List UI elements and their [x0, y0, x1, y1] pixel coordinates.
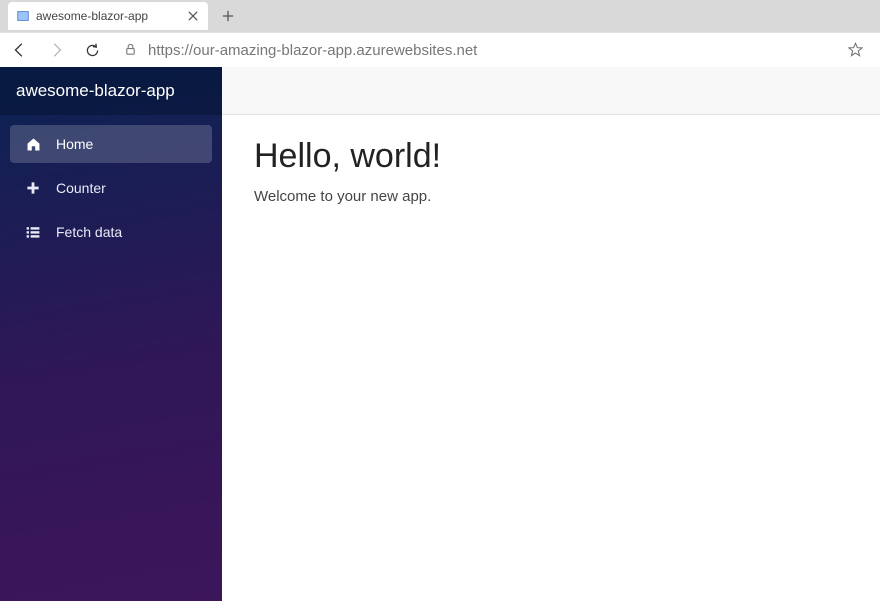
sidebar-item-home[interactable]: Home: [10, 125, 212, 163]
app-root: awesome-blazor-app Home Counter: [0, 67, 880, 601]
app-brand[interactable]: awesome-blazor-app: [0, 67, 222, 115]
sidebar-item-label: Home: [56, 136, 93, 152]
content-area: Hello, world! Welcome to your new app.: [222, 67, 880, 601]
tab-title: awesome-blazor-app: [36, 9, 180, 23]
browser-toolbar: https://our-amazing-blazor-app.azurewebs…: [0, 32, 880, 67]
lock-icon: [124, 43, 138, 57]
page-content: Hello, world! Welcome to your new app.: [222, 115, 880, 227]
sidebar-item-fetch-data[interactable]: Fetch data: [10, 213, 212, 251]
tab-strip: awesome-blazor-app: [0, 0, 880, 32]
home-icon: [24, 135, 42, 153]
page-heading: Hello, world!: [254, 137, 848, 176]
forward-button[interactable]: [46, 40, 66, 60]
page-welcome-text: Welcome to your new app.: [254, 188, 848, 205]
browser-chrome: awesome-blazor-app https://our-amazing-b…: [0, 0, 880, 67]
favorite-icon[interactable]: [848, 42, 864, 58]
sidebar-item-label: Fetch data: [56, 224, 122, 240]
top-bar: [222, 67, 880, 115]
sidebar-nav: Home Counter Fetch data: [0, 115, 222, 261]
browser-tab[interactable]: awesome-blazor-app: [8, 2, 208, 30]
sidebar-item-label: Counter: [56, 180, 106, 196]
url-text: https://our-amazing-blazor-app.azurewebs…: [148, 42, 838, 59]
favicon-icon: [16, 9, 30, 23]
back-button[interactable]: [10, 40, 30, 60]
new-tab-button[interactable]: [214, 2, 242, 30]
address-bar[interactable]: https://our-amazing-blazor-app.azurewebs…: [118, 35, 870, 65]
refresh-button[interactable]: [82, 40, 102, 60]
list-icon: [24, 223, 42, 241]
plus-icon: [24, 179, 42, 197]
sidebar-item-counter[interactable]: Counter: [10, 169, 212, 207]
close-icon[interactable]: [186, 9, 200, 23]
sidebar: awesome-blazor-app Home Counter: [0, 67, 222, 601]
